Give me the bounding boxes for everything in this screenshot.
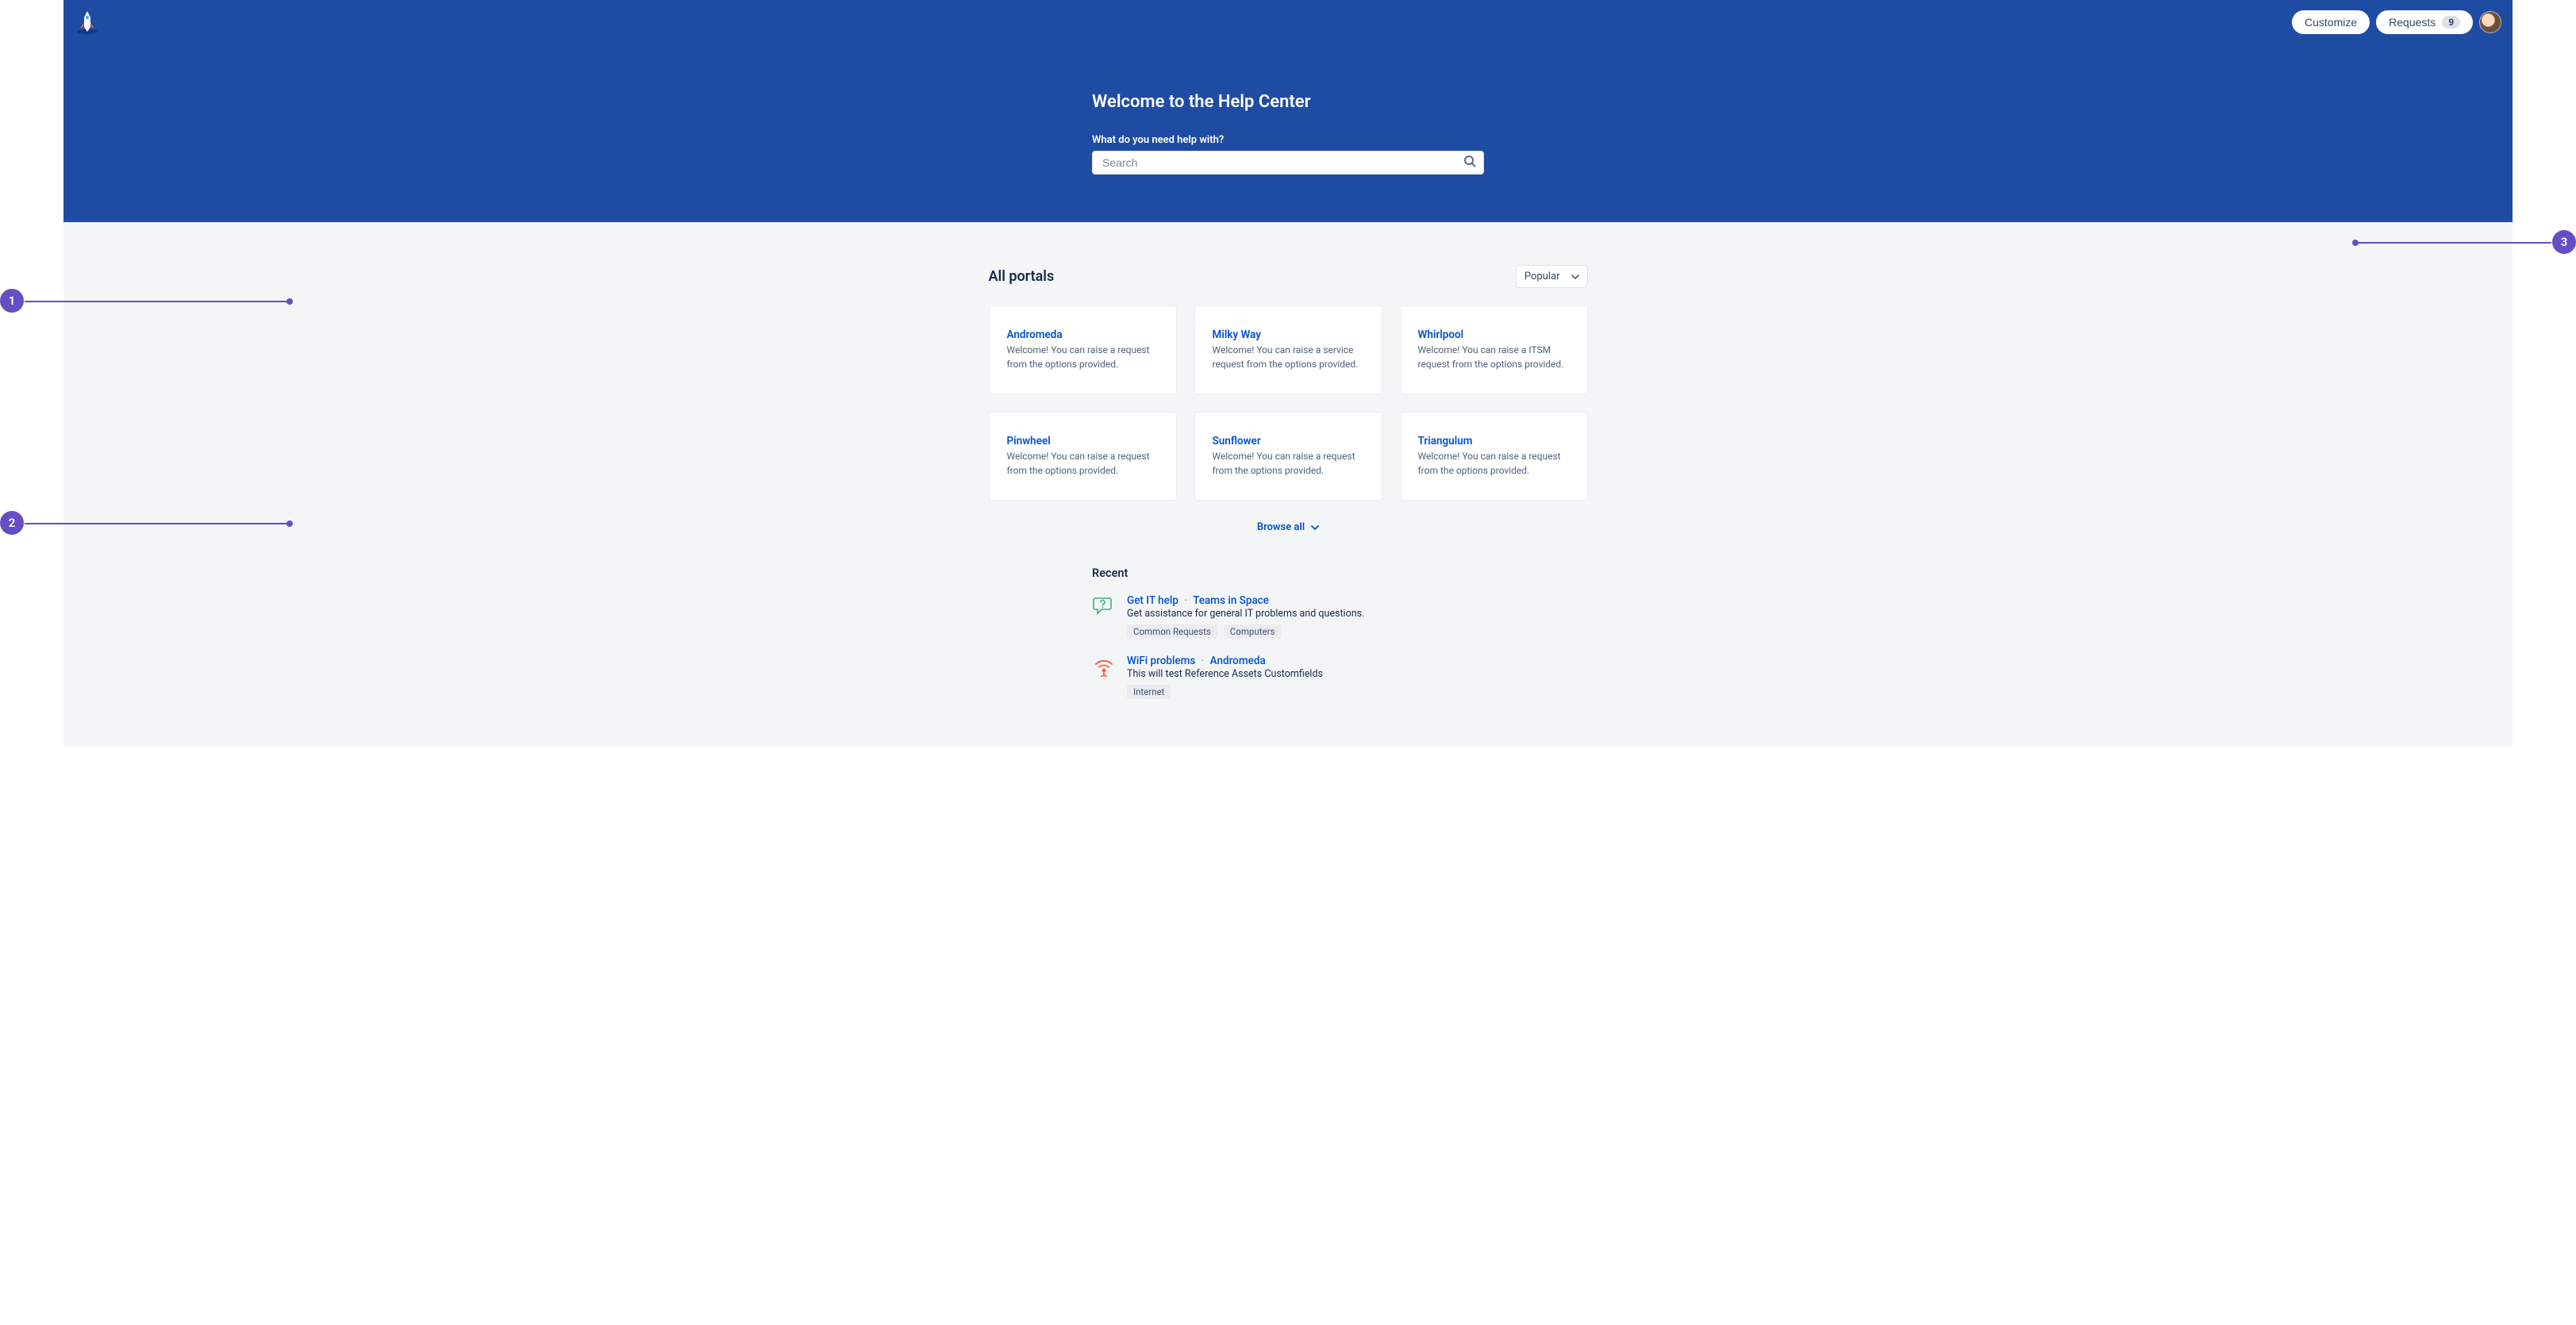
annotation-line-1 — [25, 301, 290, 302]
requests-count-badge: 9 — [2442, 16, 2460, 29]
portal-title: Triangulum — [1418, 435, 1570, 447]
annotation-line-2 — [25, 523, 290, 524]
portals-heading: All portals — [989, 268, 1055, 285]
requests-button[interactable]: Requests 9 — [2376, 10, 2473, 34]
portals-header: All portals Popular — [989, 265, 1588, 288]
recent-tags: Common Requests Computers — [1127, 624, 1484, 639]
recent-tag[interactable]: Computers — [1224, 624, 1282, 639]
page-title: Welcome to the Help Center — [1092, 92, 1484, 112]
recent-title-line: WiFi problems · Andromeda — [1127, 655, 1484, 667]
chevron-down-icon — [1311, 521, 1319, 533]
recent-section: Recent Get IT help · Teams in Space — [1092, 566, 1484, 699]
hero: Welcome to the Help Center What do you n… — [1092, 92, 1484, 175]
portal-desc: Welcome! You can raise a request from th… — [1213, 449, 1364, 478]
portal-card-whirlpool[interactable]: Whirlpool Welcome! You can raise a ITSM … — [1400, 305, 1588, 394]
header-top: Customize Requests 9 — [75, 8, 2501, 36]
annotation-callout-1: 1 — [0, 289, 24, 313]
portal-title: Whirlpool — [1418, 328, 1570, 341]
annotation-callout-2: 2 — [0, 511, 24, 535]
browse-all-link[interactable]: Browse all — [989, 521, 1588, 533]
portal-title: Milky Way — [1213, 328, 1364, 341]
separator: · — [1201, 655, 1205, 667]
wifi-icon — [1092, 656, 1116, 680]
avatar[interactable] — [2479, 11, 2501, 33]
annotation-line-3 — [2355, 242, 2551, 244]
portal-desc: Welcome! You can raise a request from th… — [1418, 449, 1570, 478]
sort-label: Popular — [1524, 271, 1560, 282]
browse-all-label: Browse all — [1257, 521, 1305, 533]
recent-portal-link[interactable]: Teams in Space — [1193, 594, 1269, 607]
search-label: What do you need help with? — [1092, 134, 1484, 146]
sort-dropdown[interactable]: Popular — [1516, 265, 1588, 288]
chevron-down-icon — [1571, 271, 1579, 282]
header-banner: Customize Requests 9 Welcome to the Help… — [63, 0, 2513, 222]
header-actions: Customize Requests 9 — [2292, 10, 2501, 34]
portal-card-pinwheel[interactable]: Pinwheel Welcome! You can raise a reques… — [989, 412, 1177, 501]
recent-title-line: Get IT help · Teams in Space — [1127, 594, 1484, 607]
portal-desc: Welcome! You can raise a ITSM request fr… — [1418, 343, 1570, 371]
recent-body: WiFi problems · Andromeda This will test… — [1127, 655, 1484, 699]
customize-button[interactable]: Customize — [2292, 10, 2370, 34]
search-input[interactable] — [1092, 151, 1484, 175]
portal-card-sunflower[interactable]: Sunflower Welcome! You can raise a reque… — [1194, 412, 1382, 501]
portal-card-andromeda[interactable]: Andromeda Welcome! You can raise a reque… — [989, 305, 1177, 394]
recent-item[interactable]: Get IT help · Teams in Space Get assista… — [1092, 594, 1484, 639]
recent-link[interactable]: WiFi problems — [1127, 655, 1195, 667]
recent-tags: Internet — [1127, 685, 1484, 699]
content: All portals Popular Andromeda Welcome! Y… — [989, 222, 1588, 747]
portal-title: Andromeda — [1007, 328, 1159, 341]
recent-tag[interactable]: Common Requests — [1127, 624, 1217, 639]
search-wrap — [1092, 151, 1484, 175]
recent-link[interactable]: Get IT help — [1127, 594, 1178, 607]
portal-title: Pinwheel — [1007, 435, 1159, 447]
annotation-callout-3: 3 — [2552, 230, 2576, 254]
portal-desc: Welcome! You can raise a service request… — [1213, 343, 1364, 371]
separator: · — [1184, 594, 1187, 607]
recent-body: Get IT help · Teams in Space Get assista… — [1127, 594, 1484, 639]
logo-icon — [75, 10, 100, 35]
recent-desc: This will test Reference Assets Customfi… — [1127, 668, 1484, 680]
customize-label: Customize — [2305, 16, 2357, 29]
recent-item[interactable]: WiFi problems · Andromeda This will test… — [1092, 655, 1484, 699]
recent-tag[interactable]: Internet — [1127, 685, 1171, 699]
chat-question-icon — [1092, 596, 1116, 620]
app-container: Customize Requests 9 Welcome to the Help… — [63, 0, 2513, 747]
requests-label: Requests — [2389, 16, 2436, 29]
recent-desc: Get assistance for general IT problems a… — [1127, 608, 1484, 620]
portal-card-triangulum[interactable]: Triangulum Welcome! You can raise a requ… — [1400, 412, 1588, 501]
search-icon[interactable] — [1463, 155, 1476, 171]
portal-card-milky-way[interactable]: Milky Way Welcome! You can raise a servi… — [1194, 305, 1382, 394]
recent-portal-link[interactable]: Andromeda — [1210, 655, 1266, 667]
portals-grid: Andromeda Welcome! You can raise a reque… — [989, 305, 1588, 501]
recent-heading: Recent — [1092, 566, 1484, 580]
portal-desc: Welcome! You can raise a request from th… — [1007, 449, 1159, 478]
portal-title: Sunflower — [1213, 435, 1364, 447]
portal-desc: Welcome! You can raise a request from th… — [1007, 343, 1159, 371]
